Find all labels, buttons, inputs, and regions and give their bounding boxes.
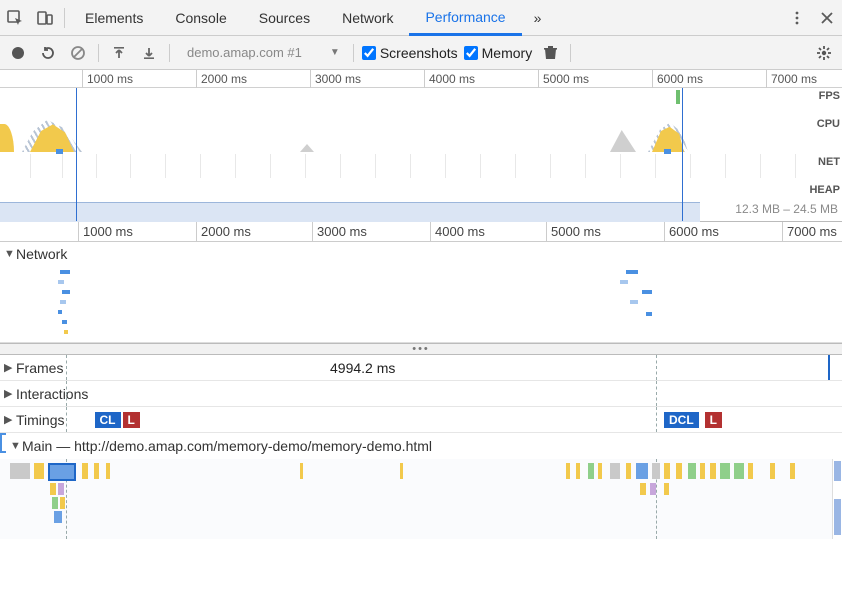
record-button[interactable] (6, 41, 30, 65)
memory-checkbox[interactable]: Memory (464, 45, 533, 61)
overview-net-track (0, 152, 842, 180)
ruler-tick: 7000 ms (782, 222, 837, 242)
recording-select[interactable]: demo.amap.com #1 ▼ (178, 42, 345, 64)
vertical-scroll-indicator[interactable] (832, 459, 842, 539)
overview-fps-track (0, 88, 842, 106)
chevron-down-icon: ▼ (330, 47, 340, 58)
separator (570, 44, 571, 62)
network-track[interactable] (0, 266, 842, 342)
tab-performance[interactable]: Performance (409, 0, 521, 36)
tab-console[interactable]: Console (159, 0, 242, 36)
separator (98, 44, 99, 62)
memory-label: Memory (482, 45, 533, 61)
separator (169, 44, 170, 62)
overview-ruler[interactable]: 1000 ms 2000 ms 3000 ms 4000 ms 5000 ms … (0, 70, 842, 88)
main-bracket (0, 433, 6, 453)
resize-handle[interactable]: ••• (0, 343, 842, 355)
devtools-tabbar: Elements Console Sources Network Perform… (0, 0, 842, 36)
memory-checkbox-input[interactable] (464, 46, 478, 60)
main-row-header[interactable]: ▼ Main — http://demo.amap.com/memory-dem… (0, 433, 842, 459)
timing-badge-l: L (123, 412, 140, 428)
frames-label: Frames (16, 360, 63, 376)
ruler-tick: 1000 ms (78, 222, 133, 242)
separator (353, 44, 354, 62)
screenshots-checkbox-input[interactable] (362, 46, 376, 60)
tab-sources[interactable]: Sources (243, 0, 326, 36)
tab-elements[interactable]: Elements (69, 0, 159, 36)
reload-record-button[interactable] (36, 41, 60, 65)
ruler-tick: 4000 ms (430, 222, 485, 242)
ruler-tick: 6000 ms (664, 222, 719, 242)
screenshots-checkbox[interactable]: Screenshots (362, 45, 458, 61)
settings-icon[interactable] (812, 41, 836, 65)
ruler-tick: 4000 ms (424, 70, 475, 88)
selection-end[interactable] (682, 88, 683, 221)
interactions-label: Interactions (16, 386, 88, 402)
frames-row[interactable]: ▶ Frames 4994.2 ms (0, 355, 842, 381)
timing-badge-l: L (705, 412, 722, 428)
ruler-tick: 6000 ms (652, 70, 703, 88)
save-profile-button[interactable] (137, 41, 161, 65)
ruler-tick: 2000 ms (196, 222, 251, 242)
ruler-tick: 5000 ms (538, 70, 589, 88)
load-profile-button[interactable] (107, 41, 131, 65)
tab-more[interactable]: » (522, 0, 554, 36)
kebab-icon[interactable] (782, 0, 812, 36)
divider (64, 8, 65, 28)
chevron-right-icon: ▶ (4, 413, 16, 426)
heap-range-label: 12.3 MB – 24.5 MB (733, 202, 840, 216)
interactions-row[interactable]: ▶ Interactions (0, 381, 842, 407)
recording-select-label: demo.amap.com #1 (187, 45, 302, 60)
ruler-tick: 3000 ms (312, 222, 367, 242)
detail-ruler[interactable]: 1000 ms 2000 ms 3000 ms 4000 ms 5000 ms … (0, 222, 842, 242)
frame-duration: 4994.2 ms (330, 360, 395, 376)
gc-button[interactable] (538, 41, 562, 65)
timing-badge-cl: CL (95, 412, 121, 428)
timing-badge-dcl: DCL (664, 412, 699, 428)
main-flamechart[interactable] (0, 459, 842, 539)
overview-heap-track: 12.3 MB – 24.5 MB (0, 180, 842, 222)
clear-button[interactable] (66, 41, 90, 65)
chevron-right-icon: ▶ (4, 387, 16, 400)
network-section-header[interactable]: ▼ Network (0, 242, 842, 266)
chevron-down-icon: ▼ (10, 440, 22, 452)
selection-start[interactable] (76, 88, 77, 221)
tab-network[interactable]: Network (326, 0, 409, 36)
timings-row[interactable]: ▶ Timings CL L DCL L (0, 407, 842, 433)
chevron-right-icon: ▶ (4, 361, 16, 374)
ruler-tick: 2000 ms (196, 70, 247, 88)
overview-cpu-track (0, 106, 842, 152)
inspect-icon[interactable] (0, 0, 30, 36)
screenshots-label: Screenshots (380, 45, 458, 61)
ruler-tick: 3000 ms (310, 70, 361, 88)
ruler-tick: 5000 ms (546, 222, 601, 242)
close-icon[interactable] (812, 0, 842, 36)
ruler-tick: 7000 ms (766, 70, 817, 88)
overview-pane[interactable]: FPS CPU NET HEAP 12.3 MB – 24.5 MB (0, 88, 842, 222)
perf-toolbar: demo.amap.com #1 ▼ Screenshots Memory (0, 36, 842, 70)
timings-label: Timings (16, 412, 65, 428)
network-label: Network (16, 246, 67, 262)
device-toggle-icon[interactable] (30, 0, 60, 36)
ruler-tick: 1000 ms (82, 70, 133, 88)
chevron-down-icon: ▼ (4, 248, 16, 260)
network-section: ▼ Network (0, 242, 842, 343)
main-label: Main — http://demo.amap.com/memory-demo/… (22, 438, 432, 454)
